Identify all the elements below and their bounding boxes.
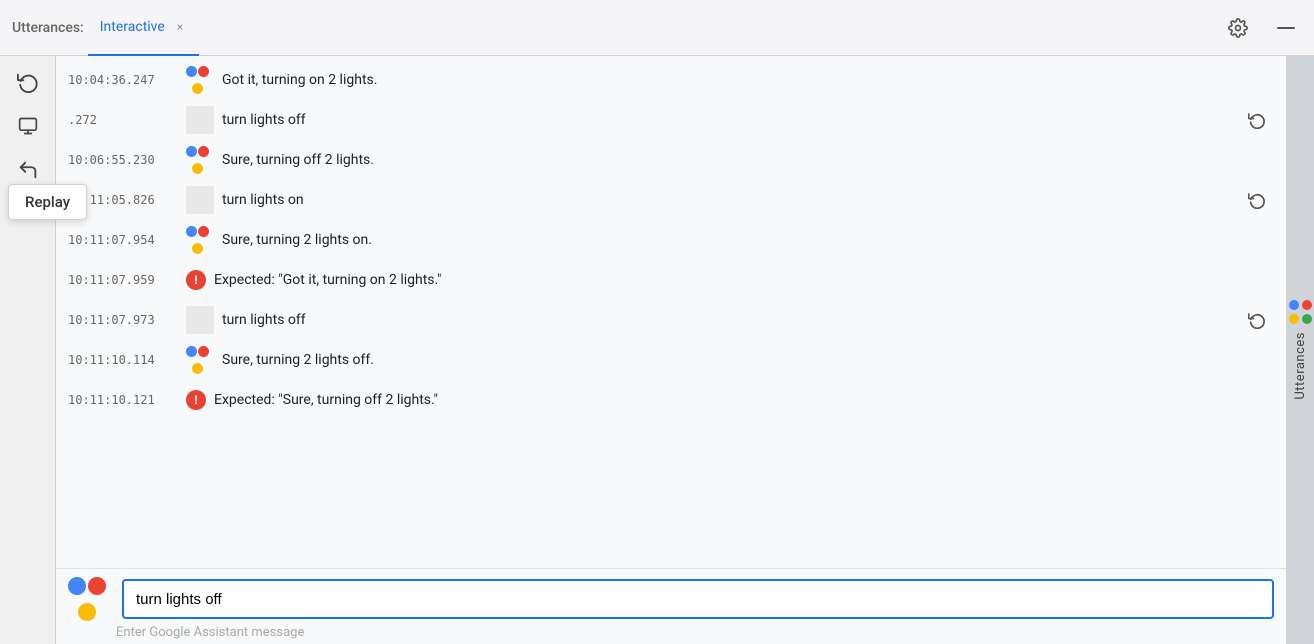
dot-blue (186, 66, 197, 77)
placeholder-space (186, 306, 214, 334)
chat-input[interactable] (122, 579, 1274, 619)
message-text: turn lights off (222, 112, 1236, 128)
error-icon: ! (186, 270, 206, 290)
settings-button[interactable] (1222, 12, 1254, 44)
assistant-avatar (186, 346, 214, 374)
message-text: Expected: "Got it, turning on 2 lights." (214, 272, 1270, 288)
sidebar-label: Utterances (1293, 332, 1308, 400)
main-container: Replay 10:04:36.247 Got it, turning on 2… (0, 56, 1314, 644)
table-row: 10:11:10.121 ! Expected: "Sure, turning … (56, 380, 1286, 420)
content-area: 10:04:36.247 Got it, turning on 2 lights… (56, 56, 1286, 644)
dot-red-large (88, 577, 106, 595)
table-row: 10:11:07.973 turn lights off (56, 300, 1286, 340)
utterances-label: Utterances: (12, 20, 84, 36)
dot-red (198, 346, 209, 357)
placeholder-space (186, 106, 214, 134)
interactive-tab[interactable]: Interactive × (88, 0, 199, 56)
bottom-input-area: Enter Google Assistant message (56, 568, 1286, 644)
table-row: 10:04:36.247 Got it, turning on 2 lights… (56, 60, 1286, 100)
dot-red (198, 226, 209, 237)
sidebar-avatar (1289, 300, 1312, 324)
replay-message-button[interactable] (1244, 309, 1270, 331)
input-line (68, 577, 1274, 621)
tab-close-button[interactable]: × (173, 18, 187, 36)
sidebar-dot-yellow (1289, 314, 1299, 324)
timestamp: 10:11:07.973 (68, 313, 178, 327)
dot-blue (186, 346, 197, 357)
dot-yellow (192, 363, 203, 374)
replay-button[interactable] (10, 64, 46, 100)
message-text: Got it, turning on 2 lights. (222, 72, 1270, 88)
message-text: Sure, turning off 2 lights. (222, 152, 1270, 168)
dot-yellow (192, 163, 203, 174)
replay-message-button[interactable] (1244, 109, 1270, 131)
dot-red (198, 66, 209, 77)
table-row: 10:11:07.959 ! Expected: "Got it, turnin… (56, 260, 1286, 300)
input-hint: Enter Google Assistant message (68, 621, 1274, 640)
save-button[interactable] (10, 108, 46, 144)
undo-button[interactable] (10, 152, 46, 188)
table-row: 10:11:07.954 Sure, turning 2 lights on. (56, 220, 1286, 260)
message-text: Expected: "Sure, turning off 2 lights." (214, 392, 1270, 408)
sidebar-dot-blue (1289, 300, 1299, 310)
timestamp: 10:11:10.114 (68, 353, 178, 367)
right-sidebar[interactable]: Utterances (1286, 56, 1314, 644)
assistant-avatar-large (68, 577, 112, 621)
sidebar-dot-green (1302, 314, 1312, 324)
title-bar: Utterances: Interactive × (0, 0, 1314, 56)
left-toolbar: Replay (0, 56, 56, 644)
message-text: turn lights on (222, 192, 1236, 208)
dot-blue (186, 226, 197, 237)
dot-yellow (192, 83, 203, 94)
timestamp: 10:11:07.959 (68, 273, 178, 287)
timestamp: 10:11:07.954 (68, 233, 178, 247)
message-text: Sure, turning 2 lights on. (222, 232, 1270, 248)
tab-label: Interactive (100, 19, 165, 35)
table-row: 10:06:55.230 Sure, turning off 2 lights. (56, 140, 1286, 180)
replay-tooltip-label: Replay (25, 193, 70, 211)
dot-blue (186, 146, 197, 157)
messages-list: 10:04:36.247 Got it, turning on 2 lights… (56, 56, 1286, 568)
table-row: .272 turn lights off (56, 100, 1286, 140)
placeholder-space (186, 186, 214, 214)
error-icon: ! (186, 390, 206, 410)
sidebar-dot-red (1302, 300, 1312, 310)
timestamp: 10:06:55.230 (68, 153, 178, 167)
timestamp: 10:04:36.247 (68, 73, 178, 87)
timestamp: 10:11:10.121 (68, 393, 178, 407)
dot-yellow (192, 243, 203, 254)
table-row: 10:11:05.826 turn lights on (56, 180, 1286, 220)
timestamp: .272 (68, 113, 178, 127)
dot-blue-large (68, 577, 86, 595)
replay-tooltip: Replay (8, 184, 87, 220)
message-text: turn lights off (222, 312, 1236, 328)
assistant-avatar (186, 146, 214, 174)
title-bar-actions (1222, 12, 1302, 44)
replay-message-button[interactable] (1244, 189, 1270, 211)
assistant-avatar (186, 226, 214, 254)
assistant-avatar (186, 66, 214, 94)
dot-red (198, 146, 209, 157)
table-row: 10:11:10.114 Sure, turning 2 lights off. (56, 340, 1286, 380)
dot-yellow-large (78, 603, 96, 621)
minimize-button[interactable] (1270, 12, 1302, 44)
message-text: Sure, turning 2 lights off. (222, 352, 1270, 368)
